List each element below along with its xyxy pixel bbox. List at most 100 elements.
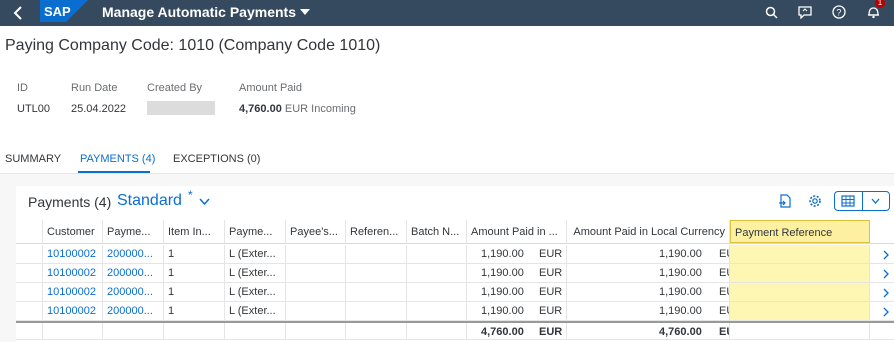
customer-link[interactable]: 10100002	[43, 264, 103, 282]
row-navigation[interactable]	[878, 283, 894, 302]
amount-value: 1,190.00	[481, 305, 524, 317]
amount-value: 1,190.00	[481, 286, 524, 298]
payment-link[interactable]: 200000...	[103, 264, 164, 282]
export-document-icon	[779, 194, 791, 208]
reference-cell	[346, 302, 407, 320]
column-header-customer[interactable]: Customer	[43, 220, 103, 243]
row-navigation[interactable]	[878, 302, 894, 321]
local-amount-currency: EUR	[719, 305, 729, 317]
payment-reference-cell[interactable]	[730, 264, 870, 282]
total-local-amount-value: 4,760.00	[659, 326, 702, 338]
local-amount-value: 1,190.00	[659, 305, 702, 317]
payment-reference-cell[interactable]	[730, 283, 870, 301]
run-date-value: 25.04.2022	[71, 103, 127, 115]
totals-empty-cell	[103, 323, 164, 339]
row-navigation[interactable]	[878, 245, 894, 264]
column-header-payment-reference[interactable]: Payment Reference	[730, 220, 870, 243]
caret-down-icon	[299, 9, 310, 15]
variant-selector[interactable]: Standard *	[117, 188, 210, 210]
row-selector[interactable]	[16, 283, 43, 301]
column-header-payee[interactable]: Payee's...	[286, 220, 346, 243]
row-selector-header	[16, 220, 43, 243]
customer-link[interactable]: 10100002	[43, 283, 103, 301]
export-spreadsheet-button[interactable]	[835, 192, 863, 210]
feedback-button[interactable]	[796, 2, 814, 22]
amount-paid-cell: 1,190.00 EUR	[467, 264, 567, 282]
customer-link[interactable]: 10100002	[43, 302, 103, 320]
table-row[interactable]: 10100002 200000... 1 L (Exter... 1,190.0…	[16, 302, 894, 321]
chevron-right-icon	[883, 288, 889, 297]
table-row[interactable]: 10100002 200000... 1 L (Exter... 1,190.0…	[16, 264, 894, 283]
local-amount-value: 1,190.00	[659, 286, 702, 298]
payment-link[interactable]: 200000...	[103, 245, 164, 263]
amount-paid-cell: 1,190.00 EUR	[467, 302, 567, 320]
column-header-batch-number[interactable]: Batch N...	[407, 220, 467, 243]
payment-link[interactable]: 200000...	[103, 283, 164, 301]
settings-button[interactable]	[803, 190, 827, 212]
variant-name: Standard	[117, 192, 182, 209]
spreadsheet-icon	[841, 195, 855, 207]
local-amount-value: 1,190.00	[659, 267, 702, 279]
local-amount-currency: EUR	[719, 267, 729, 279]
column-header-reference[interactable]: Referen...	[346, 220, 407, 243]
created-by-label: Created By	[147, 82, 203, 94]
attribute-created-by: Created By	[147, 82, 215, 115]
row-navigation[interactable]	[878, 264, 894, 283]
column-header-amount-local[interactable]: Amount Paid in Local Currency	[567, 220, 730, 243]
totals-empty-cell	[225, 323, 286, 339]
active-tab-indicator	[78, 171, 150, 173]
tab-payments[interactable]: PAYMENTS (4)	[80, 153, 155, 165]
amount-paid-cell: 1,190.00 EUR	[467, 283, 567, 301]
column-header-payment[interactable]: Payme...	[103, 220, 164, 243]
search-button[interactable]	[762, 2, 780, 22]
payment-reference-cell[interactable]	[730, 302, 870, 320]
reference-cell	[346, 283, 407, 301]
payment-method-cell: L (Exter...	[225, 302, 286, 320]
row-selector[interactable]	[16, 264, 43, 282]
reference-cell	[346, 245, 407, 263]
notifications-button[interactable]: 1	[864, 0, 885, 22]
export-split-button[interactable]	[834, 191, 890, 211]
gear-icon	[809, 195, 821, 207]
amount-paid-currency: EUR Incoming	[284, 103, 356, 115]
attribute-id: ID UTL00	[17, 82, 50, 115]
batch-number-cell	[407, 283, 467, 301]
svg-text:?: ?	[836, 8, 841, 18]
column-header-amount-paid[interactable]: Amount Paid in ...	[467, 220, 567, 243]
row-selector[interactable]	[16, 302, 43, 320]
id-value: UTL00	[17, 103, 51, 115]
app-title-menu[interactable]: Manage Automatic Payments	[102, 4, 310, 20]
chevron-down-icon	[199, 197, 210, 205]
totals-empty-cell	[730, 323, 870, 339]
help-button[interactable]: ?	[830, 2, 848, 22]
tab-exceptions[interactable]: EXCEPTIONS (0)	[173, 153, 260, 165]
table-row[interactable]: 10100002 200000... 1 L (Exter... 1,190.0…	[16, 283, 894, 302]
batch-number-cell	[407, 302, 467, 320]
payment-link[interactable]: 200000...	[103, 302, 164, 320]
row-selector[interactable]	[16, 245, 43, 263]
amount-local-cell: 1,190.00 EUR	[567, 283, 730, 301]
total-local-amount-currency: EUR	[719, 326, 729, 338]
column-header-payment-method[interactable]: Payme...	[225, 220, 286, 243]
chevron-left-icon	[13, 6, 22, 20]
total-amount-cell: 4,760.00 EUR	[467, 323, 567, 339]
column-header-item[interactable]: Item In...	[164, 220, 225, 243]
customer-link[interactable]: 10100002	[43, 245, 103, 263]
payments-table-section: Payments (4) Standard * Customer Payme..…	[16, 186, 894, 342]
back-button[interactable]	[8, 0, 28, 26]
svg-text:SAP: SAP	[44, 4, 71, 19]
batch-number-cell	[407, 264, 467, 282]
total-amount-currency: EUR	[539, 326, 563, 338]
export-button[interactable]	[773, 190, 797, 212]
local-amount-currency: EUR	[719, 286, 729, 298]
chevron-right-icon	[883, 269, 889, 278]
export-options-button[interactable]	[863, 192, 890, 210]
tab-summary[interactable]: SUMMARY	[5, 153, 61, 165]
table-row[interactable]: 10100002 200000... 1 L (Exter... 1,190.0…	[16, 245, 894, 264]
totals-empty-cell	[346, 323, 407, 339]
item-cell: 1	[164, 245, 225, 263]
payment-reference-cell[interactable]	[730, 245, 870, 263]
amount-local-cell: 1,190.00 EUR	[567, 245, 730, 263]
search-icon	[765, 6, 778, 19]
sap-logo[interactable]: SAP	[40, 0, 88, 22]
